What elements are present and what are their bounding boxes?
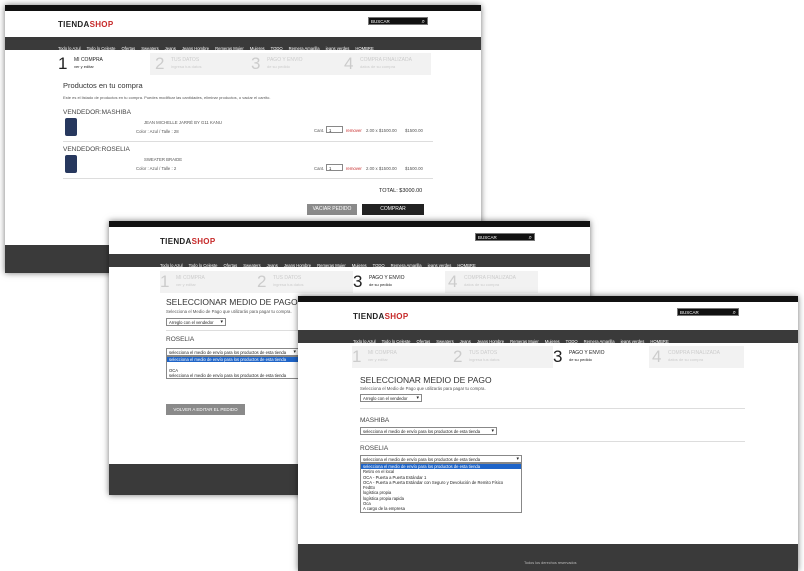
step-1[interactable]: 1 MI COMPRA ver y editar <box>160 271 252 293</box>
quantity-stepper[interactable]: 1 <box>326 126 343 133</box>
payment-heading: SELECCIONAR MEDIO DE PAGO <box>360 375 492 385</box>
top-bar <box>109 221 590 227</box>
step-2: 2 TUS DATOS ingresa tus datos <box>155 54 202 73</box>
store-logo[interactable]: TIENDASHOP <box>160 237 215 246</box>
shipping-option[interactable]: OCA - Puerta a Puerta Estándar con Segur… <box>361 480 521 485</box>
divider <box>63 178 433 179</box>
checkout-steps: 1 MI COMPRA ver y editar 2 TUS DATOS ingresa… <box>160 271 538 293</box>
main-nav: Todo lo Azul Todo lo Celeste Ofertas Sweate… <box>109 254 590 268</box>
product-variant: Color : Azul / Talle : 2 <box>136 166 177 171</box>
step-3: 3 PAGO Y ENVIO de su pedido <box>251 54 303 73</box>
remove-link[interactable]: remover <box>346 128 362 133</box>
shipping-option[interactable]: A cargo de la empresa <box>361 506 521 511</box>
step-2[interactable]: 2 TUS DATOS ingresa tus datos <box>257 271 349 293</box>
footer-text: Todos los derechos reservados <box>524 561 577 565</box>
divider <box>360 408 745 409</box>
top-bar <box>298 296 798 302</box>
product-name[interactable]: JEAN MICHELLE JARRÉ BY G11 KANU <box>144 120 222 125</box>
buy-button[interactable]: COMPRAR <box>362 204 424 215</box>
search-input[interactable]: BUSCAR ⌕ <box>368 17 428 25</box>
shipping-option[interactable]: selecciona el medio de envío para los pr… <box>167 357 298 363</box>
vendor-label: ROSELIA <box>166 336 195 343</box>
vendor-label: VENDEDOR:ROSELIA <box>63 146 130 153</box>
search-icon[interactable]: ⌕ <box>529 234 532 242</box>
cart-heading: Productos en tu compra <box>63 81 143 90</box>
shipping-select[interactable]: selecciona el medio de envío para los pr… <box>166 348 299 356</box>
checkout-steps: 1 MI COMPRA ver y editar 2 TUS DATOS ingresa… <box>58 53 431 75</box>
chevron-down-icon: ▾ <box>220 319 223 325</box>
shipping-options-list: selecciona el medio de envío para los pr… <box>360 463 522 513</box>
step-3: 3 PAGO Y ENVIO de su pedido <box>553 346 649 368</box>
product-image[interactable] <box>65 118 77 136</box>
step-2[interactable]: 2 TUS DATOS ingresa tus datos <box>453 346 549 368</box>
store-logo[interactable]: TIENDASHOP <box>58 20 113 29</box>
shipping-option[interactable]: selecciona el medio de envío para los pr… <box>167 373 298 378</box>
chevron-down-icon: ▾ <box>416 395 419 401</box>
product-name[interactable]: SWEATER BRAIDE <box>144 157 182 162</box>
footer: Todos los derechos reservados <box>298 544 798 571</box>
shipping-select-roselia[interactable]: selecciona el medio de envío para los pr… <box>360 455 522 463</box>
quantity-stepper[interactable]: 1 <box>326 164 343 171</box>
payment-instruction: Selecciona el Medio de Pago que utilizar… <box>360 386 486 391</box>
vendor-label: ROSELIA <box>360 445 389 452</box>
step-1[interactable]: 1 MI COMPRA ver y editar <box>352 346 448 368</box>
shipping-window: TIENDASHOP BUSCAR ⌕ Todo lo Azul Todo lo C… <box>298 296 798 571</box>
back-to-edit-button[interactable]: VOLVER A EDITAR EL PEDIDO <box>166 404 245 415</box>
step-4: 4 COMPRA FINALIZADA datos de su compra <box>344 54 412 73</box>
chevron-down-icon: ▾ <box>516 456 519 462</box>
payment-instruction: Selecciona el Medio de Pago que utilizar… <box>166 309 292 314</box>
step-1[interactable]: 1 MI COMPRA ver y editar <box>58 53 150 75</box>
checkout-steps: 1 MI COMPRA ver y editar 2 TUS DATOS ingresa… <box>352 346 744 368</box>
step-4: 4 COMPRA FINALIZADA datos de su compra <box>448 272 516 291</box>
chevron-down-icon: ▾ <box>293 349 296 355</box>
payment-heading: SELECCIONAR MEDIO DE PAGO <box>166 297 298 307</box>
grand-total: TOTAL: $3000.00 <box>379 188 423 194</box>
search-input[interactable]: BUSCAR ⌕ <box>475 233 535 241</box>
qty-label: Cant. <box>314 128 325 133</box>
divider <box>63 141 433 142</box>
step-3: 3 PAGO Y ENVIO de su pedido <box>353 271 445 293</box>
line-total: $1500.00 <box>405 128 423 133</box>
search-icon[interactable]: ⌕ <box>733 309 736 317</box>
shipping-select-mashiba[interactable]: selecciona el medio de envío para los pr… <box>360 427 497 435</box>
top-bar <box>5 5 481 11</box>
payment-method-select[interactable]: Arreglo con el vendedor ▾ <box>166 318 226 326</box>
vendor-label: MASHIBA <box>360 417 390 424</box>
step-4: 4 COMPRA FINALIZADA datos de su compra <box>652 347 720 366</box>
search-input[interactable]: BUSCAR ⌕ <box>677 308 739 316</box>
qty-label: Cant. <box>314 166 325 171</box>
product-image[interactable] <box>65 155 77 173</box>
product-variant: Color : Azul / Talle : 28 <box>136 129 179 134</box>
remove-link[interactable]: remover <box>346 166 362 171</box>
vendor-label: VENDEDOR:MASHIBA <box>63 109 131 116</box>
unit-price: 2.00 x $1500.00 <box>366 128 397 133</box>
line-total: $1500.00 <box>405 166 423 171</box>
search-icon[interactable]: ⌕ <box>422 18 425 26</box>
divider <box>360 441 745 442</box>
payment-method-select[interactable]: Arreglo con el vendedor ▾ <box>360 394 422 402</box>
store-logo[interactable]: TIENDASHOP <box>353 312 408 321</box>
main-nav: Todo lo Azul Todo lo Celeste Ofertas Sweate… <box>5 37 481 51</box>
shipping-options-list: selecciona el medio de envío para los pr… <box>166 356 299 380</box>
cart-intro: Este es el listado de productos en tu co… <box>63 95 271 100</box>
chevron-down-icon: ▾ <box>491 428 494 434</box>
main-nav: Todo lo Azul Todo lo Celeste Ofertas Sweate… <box>298 330 798 344</box>
unit-price: 2.00 x $1500.00 <box>366 166 397 171</box>
empty-cart-button[interactable]: VACIAR PEDIDO <box>307 204 357 215</box>
